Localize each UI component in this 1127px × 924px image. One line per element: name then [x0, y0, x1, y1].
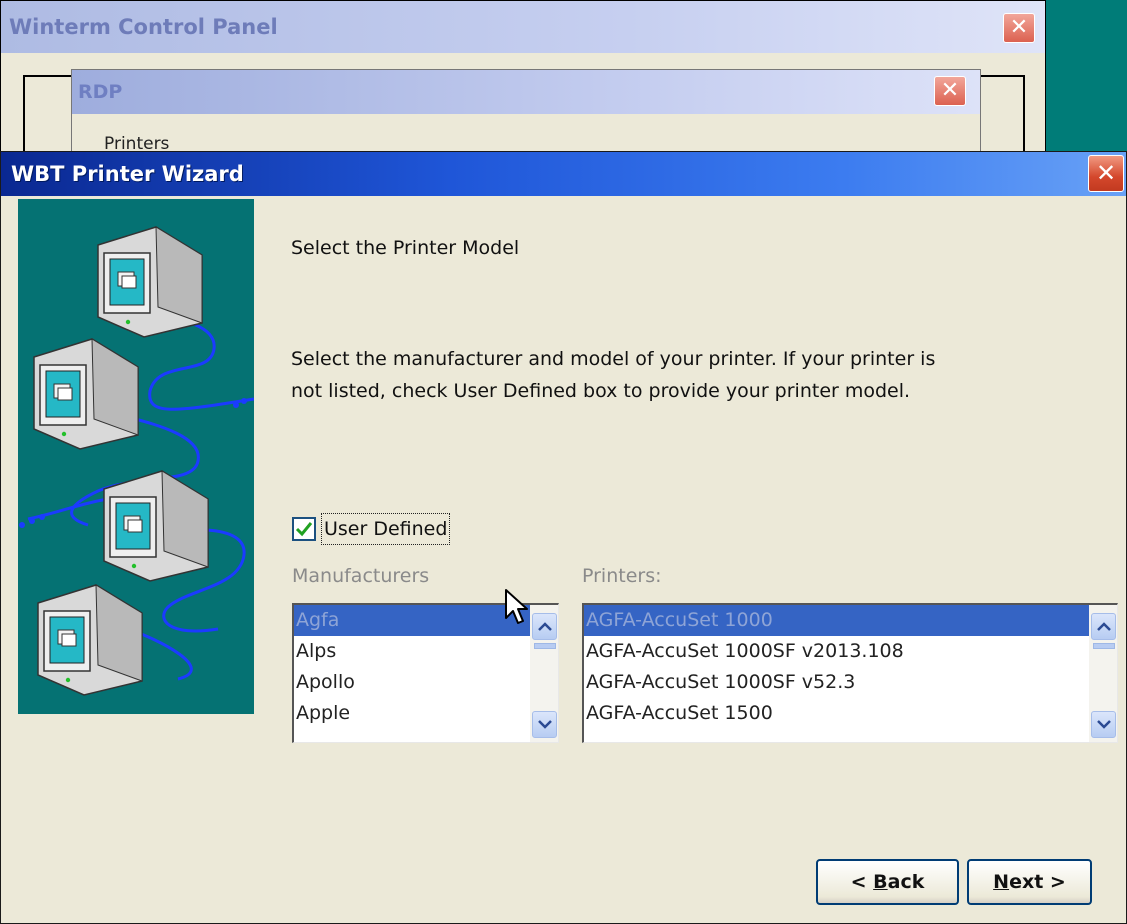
scroll-thumb[interactable]: [534, 643, 556, 649]
printers-label: Printers:: [582, 565, 662, 587]
wizard-illustration: [18, 199, 254, 714]
rdp-close-button[interactable]: ✕: [934, 76, 966, 106]
checkmark-icon: [295, 522, 313, 537]
next-button-accel: N: [993, 871, 1010, 893]
list-item[interactable]: Apple: [294, 698, 558, 729]
list-item[interactable]: AGFA-AccuSet 1000SF v2013.108: [584, 636, 1117, 667]
list-item[interactable]: Alps: [294, 636, 558, 667]
list-item[interactable]: Apollo: [294, 667, 558, 698]
back-button-accel: B: [873, 871, 888, 893]
scroll-up-button[interactable]: [1091, 613, 1116, 640]
next-button-rest: ext >: [1009, 871, 1066, 893]
close-icon: ✕: [940, 78, 960, 103]
scroll-up-button[interactable]: [532, 613, 557, 640]
back-button-rest: ack: [887, 871, 925, 893]
wizard-close-button[interactable]: ✕: [1088, 155, 1124, 192]
manufacturers-scrollbar[interactable]: [530, 605, 558, 742]
printer-wizard-window: WBT Printer Wizard ✕ Select the Printer …: [0, 151, 1127, 924]
control-panel-title: Winterm Control Panel: [9, 15, 278, 39]
user-defined-checkbox[interactable]: [292, 517, 316, 541]
list-item[interactable]: AGFA-AccuSet 1500: [584, 698, 1117, 729]
control-panel-close-button[interactable]: ✕: [1003, 13, 1035, 43]
chevron-up-icon: [537, 622, 552, 631]
wizard-titlebar[interactable]: WBT Printer Wizard: [1, 152, 1126, 196]
list-item[interactable]: AGFA-AccuSet 1000SF v52.3: [584, 667, 1117, 698]
networked-computers-illustration: [19, 226, 254, 696]
user-defined-label: User Defined: [321, 513, 451, 545]
printers-scrollbar[interactable]: [1089, 605, 1117, 742]
manufacturers-label: Manufacturers: [292, 565, 430, 587]
user-defined-checkbox-row[interactable]: User Defined: [292, 511, 451, 547]
control-panel-titlebar[interactable]: Winterm Control Panel: [1, 1, 1045, 53]
chevron-down-icon: [537, 720, 552, 729]
scroll-thumb[interactable]: [1093, 643, 1115, 649]
close-icon: ✕: [1009, 15, 1029, 40]
chevron-down-icon: [1096, 720, 1111, 729]
rdp-title: RDP: [78, 81, 123, 103]
scroll-down-button[interactable]: [1091, 711, 1116, 738]
rdp-titlebar[interactable]: RDP: [72, 70, 980, 114]
printers-list[interactable]: AGFA-AccuSet 1000 AGFA-AccuSet 1000SF v2…: [582, 603, 1118, 743]
wizard-title: WBT Printer Wizard: [11, 162, 244, 186]
close-icon: ✕: [1095, 159, 1117, 187]
chevron-up-icon: [1096, 622, 1111, 631]
wizard-subtitle: Select the Printer Model: [291, 237, 520, 259]
back-button-prefix: <: [850, 871, 874, 893]
list-item[interactable]: AGFA-AccuSet 1000: [584, 605, 1117, 636]
back-button[interactable]: < Back: [816, 859, 959, 905]
wizard-description: Select the manufacturer and model of you…: [291, 348, 936, 402]
next-button[interactable]: Next >: [967, 859, 1092, 905]
mouse-cursor-icon: [505, 589, 528, 624]
scroll-down-button[interactable]: [532, 711, 557, 738]
